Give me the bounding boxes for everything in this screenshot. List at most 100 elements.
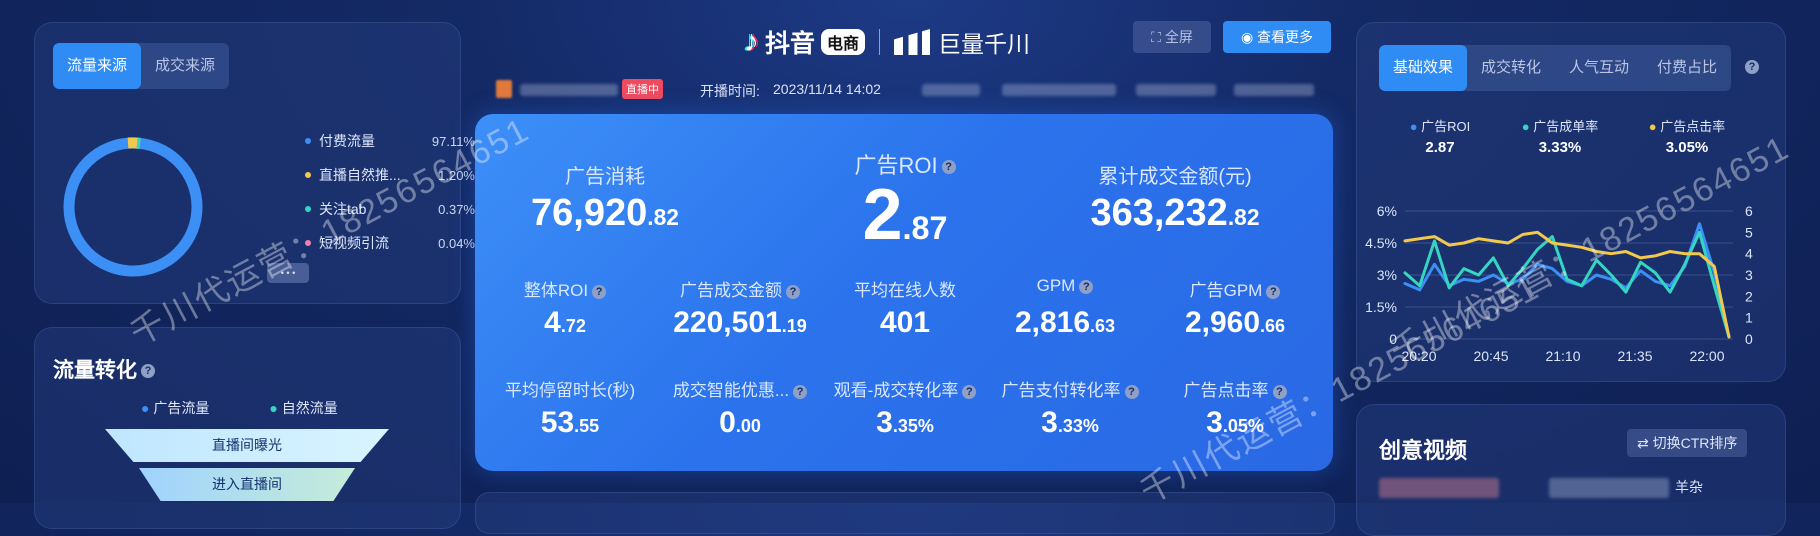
effect-legend-order-rate: ● 广告成单率 3.33%	[1515, 116, 1605, 156]
metric-ad-pay-conversion-title: 广告支付转化率?	[985, 376, 1155, 401]
help-icon[interactable]: ?	[1272, 384, 1287, 399]
live-info-row: 直播中 开播时间: 2023/11/14 14:02	[496, 78, 1336, 104]
metric-int: 363,232	[1090, 192, 1228, 234]
help-icon[interactable]: ?	[1124, 384, 1139, 399]
tab-basic-effect[interactable]: 基础效果	[1379, 45, 1468, 91]
chart-x-tick-label: 21:10	[1545, 348, 1580, 364]
fullscreen-button[interactable]: ⛶ 全屏	[1133, 21, 1211, 53]
tab-popularity[interactable]: 人气互动	[1555, 45, 1643, 91]
metric-dec: .82	[1227, 204, 1260, 230]
metric-dec: .55	[574, 416, 600, 436]
legend-value: 2.87	[1425, 139, 1455, 156]
chart-right-tick-label: 0	[1745, 331, 1753, 347]
help-icon[interactable]: ?	[786, 284, 800, 299]
help-icon[interactable]: ?	[1745, 60, 1759, 74]
qianchuan-brand-text: 巨量千川	[938, 31, 1031, 57]
effect-line-chart: 6%4.5%3%1.5%0654321020:20 20:45 21:10 21:35…	[1365, 203, 1753, 364]
chart-x-tick-label: 22:00	[1689, 348, 1724, 364]
metric-title-text: 广告点击率	[1183, 381, 1269, 400]
legend-label: 直播自然推...	[319, 167, 401, 183]
info-blurred-2	[1002, 84, 1116, 96]
legend-label: 付费流量	[319, 133, 375, 149]
metric-overall-roi-title: 整体ROI?	[485, 276, 645, 301]
qianchuan-logo-icon	[894, 29, 931, 55]
help-icon[interactable]: ?	[941, 160, 956, 175]
creative-video-panel: 创意视频 ⇄ 切换CTR排序 羊杂	[1356, 404, 1786, 536]
help-icon[interactable]: ?	[1266, 284, 1281, 299]
info-blurred-4	[1234, 84, 1314, 96]
start-time-label: 开播时间:	[700, 83, 760, 99]
metric-int: 2,960	[1184, 306, 1261, 339]
tab-traffic-source[interactable]: 流量来源	[53, 43, 142, 89]
metric-avg-stay-value: 53.55	[485, 406, 655, 440]
metric-title-text: 观看-成交转化率	[833, 381, 959, 400]
effect-tabs: 基础效果 成交转化 人气互动 付费占比	[1379, 45, 1732, 91]
creative-snippet: 羊杂	[1675, 479, 1703, 495]
view-more-label: 查看更多	[1257, 29, 1314, 45]
metric-title-text: 平均在线人数	[854, 281, 956, 300]
metric-int: 2,816	[1014, 306, 1091, 339]
help-icon[interactable]: ?	[793, 384, 808, 399]
metric-title-text: 成交智能优惠...	[672, 381, 790, 400]
tab-deal-source[interactable]: 成交来源	[141, 43, 229, 89]
help-icon[interactable]: ?	[141, 364, 155, 379]
flow-legend-label: 广告流量	[153, 400, 210, 416]
metric-ad-spend-title: 广告消耗	[505, 160, 705, 189]
basic-effect-panel: 基础效果 成交转化 人气互动 付费占比 ? ● 广告ROI 2.87 ● 广告成…	[1356, 22, 1786, 382]
chart-left-tick-label: 1.5%	[1365, 299, 1397, 315]
view-more-button[interactable]: ◉ 查看更多	[1223, 21, 1331, 53]
core-metrics-card: 广告消耗 76,920.82 广告ROI? 2.87 累计成交金额(元) 363…	[475, 114, 1333, 471]
more-button[interactable]: • • •	[267, 263, 309, 283]
flow-conversion-panel: 流量转化? ● 广告流量 ● 自然流量 直播间曝光 进入直播间	[34, 327, 461, 529]
sort-ctr-button[interactable]: ⇄ 切换CTR排序	[1627, 429, 1748, 457]
fullscreen-icon: ⛶	[1151, 29, 1161, 45]
metric-ad-gpm-title: 广告GPM?	[1155, 276, 1315, 301]
creative-title: 创意视频	[1379, 438, 1468, 463]
metric-dec: .82	[647, 204, 679, 230]
live-badge: 直播中	[622, 79, 663, 99]
help-icon[interactable]: ?	[1079, 279, 1094, 294]
chart-left-tick-label: 3%	[1377, 267, 1397, 283]
traffic-source-panel: 流量来源 成交来源 付费流量 97.11% 直播自然推... 1.20% 关注t…	[34, 22, 475, 304]
metric-dec: .35%	[892, 416, 934, 436]
eye-icon: ◉	[1240, 29, 1254, 45]
chart-right-tick-label: 4	[1745, 246, 1753, 262]
metric-title-text: 广告GPM	[1189, 281, 1263, 300]
douyin-brand-text: 抖音	[765, 30, 816, 58]
metric-title-text: GPM	[1036, 276, 1076, 295]
metric-dec: .05%	[1222, 416, 1264, 436]
source-legend-item: 关注tab 0.37%	[305, 199, 475, 219]
source-legend-item: 付费流量 97.11%	[305, 131, 475, 151]
source-tabs: 流量来源 成交来源	[53, 43, 230, 89]
douyin-logo-icon: ♪	[744, 25, 759, 58]
metric-title-text: 广告成交金额	[680, 281, 782, 300]
metric-dec: .72	[560, 316, 586, 336]
metric-ad-gpm-value: 2,960.66	[1155, 306, 1315, 340]
flow-legend-natural: ● 自然流量	[269, 400, 338, 416]
metric-watch-conversion-value: 3.35%	[815, 406, 995, 440]
help-icon[interactable]: ?	[962, 384, 977, 399]
streamer-avatar	[496, 80, 512, 98]
swap-icon: ⇄	[1637, 435, 1649, 451]
chart-left-tick-label: 0	[1389, 331, 1397, 347]
ecommerce-badge: 电商	[821, 29, 866, 55]
flow-title: 流量转化?	[53, 354, 155, 384]
metric-avg-stay-title: 平均停留时长(秒)	[485, 376, 655, 401]
creative-thumb-blurred-2	[1549, 478, 1669, 498]
center-bottom-panel	[475, 492, 1335, 534]
flow-legend: ● 广告流量 ● 自然流量	[141, 398, 338, 418]
metric-ad-gmv-title: 广告成交金额?	[650, 276, 830, 301]
metric-int: 3	[1206, 406, 1223, 439]
start-time-value: 2023/11/14 14:02	[773, 81, 881, 97]
metric-int: 76,920	[531, 192, 648, 234]
help-icon[interactable]: ?	[592, 284, 607, 299]
source-legend-item: 短视频引流 0.04%	[305, 233, 475, 253]
chart-right-tick-label: 6	[1745, 203, 1753, 219]
legend-dot	[305, 206, 311, 212]
tab-paid-share[interactable]: 付费占比	[1643, 45, 1731, 91]
metric-dec: .00	[735, 416, 761, 436]
metric-int: 2	[862, 175, 903, 255]
source-legend-item: 直播自然推... 1.20%	[305, 165, 475, 185]
tab-deal-conversion[interactable]: 成交转化	[1467, 45, 1555, 91]
legend-label: 关注tab	[319, 201, 367, 217]
